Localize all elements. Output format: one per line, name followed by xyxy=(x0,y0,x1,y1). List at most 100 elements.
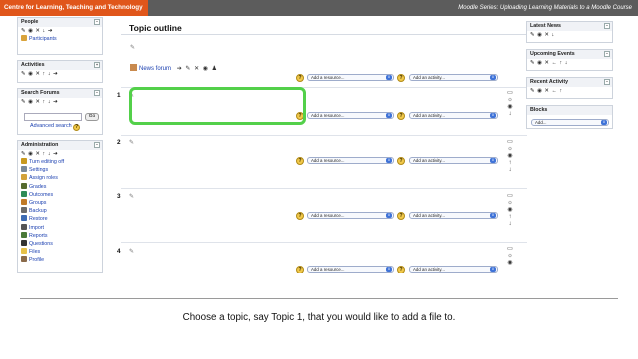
edit-summary-icon[interactable]: ✎ xyxy=(130,44,135,51)
topic-number: 2 xyxy=(117,139,121,146)
admin-item-import[interactable]: Import xyxy=(18,223,102,232)
select-arrow-icon: ⇕ xyxy=(490,158,496,163)
add-resource-select[interactable]: Add a resource... ⇕ xyxy=(307,157,394,164)
move-down-icon[interactable]: ↓ xyxy=(505,111,515,118)
show-only-topic-icon[interactable]: ▭ xyxy=(505,193,515,200)
block-edit-controls[interactable]: ✎ ◉ ✕ ↑ ↓ ➔ xyxy=(18,150,102,158)
move-up-icon[interactable]: ↑ xyxy=(505,214,515,221)
go-button[interactable]: Go xyxy=(85,113,99,121)
admin-item-files[interactable]: Files xyxy=(18,248,102,256)
block-title: Recent Activity xyxy=(530,79,569,85)
add-resource-select[interactable]: Add a resource... ⇕ xyxy=(307,112,394,119)
section-controls: ▭ ☼ ◉ ↓ xyxy=(505,90,515,118)
show-only-topic-icon[interactable]: ▭ xyxy=(505,139,515,146)
collapse-icon[interactable]: − xyxy=(94,90,100,96)
collapse-icon[interactable]: − xyxy=(94,19,100,25)
block-edit-controls[interactable]: ✎ ◉ ✕ ↑ ↓ ➔ xyxy=(18,98,102,106)
topic-number: 4 xyxy=(117,248,121,255)
help-icon[interactable]: ? xyxy=(397,212,405,220)
block-edit-controls[interactable]: ✎ ◉ ✕ ↓ xyxy=(527,31,612,39)
help-icon[interactable]: ? xyxy=(397,112,405,120)
header-series-label: Moodle Series: Uploading Learning Materi… xyxy=(458,5,632,11)
block-people: People − ✎ ◉ ✕ ↓ ➔ Participants xyxy=(17,17,103,55)
select-arrow-icon: ⇕ xyxy=(490,113,496,118)
profile-icon xyxy=(21,256,27,263)
restore-icon xyxy=(21,215,27,222)
admin-item-assign-roles[interactable]: Assign roles xyxy=(18,174,102,182)
section-controls: ▭ ☼ ◉ ↑ ↓ xyxy=(505,139,515,174)
admin-item-outcomes[interactable]: Outcomes xyxy=(18,190,102,199)
block-latest-news: Latest News − ✎ ◉ ✕ ↓ xyxy=(526,21,613,43)
news-forum-link[interactable]: News forum ➔ ✎ ✕ ◉ ♟ xyxy=(130,64,218,72)
add-activity-select[interactable]: Add an activity... ⇕ xyxy=(409,266,498,273)
collapse-icon[interactable]: + xyxy=(94,62,100,68)
advanced-search-link[interactable]: Advanced search ? xyxy=(30,123,81,131)
admin-item-profile[interactable]: Profile xyxy=(18,256,102,264)
admin-item-settings[interactable]: Settings xyxy=(18,166,102,174)
questions-icon xyxy=(21,240,27,247)
edit-summary-icon[interactable]: ✎ xyxy=(129,193,134,200)
help-icon[interactable]: ? xyxy=(296,212,304,220)
highlight-icon[interactable]: ☼ xyxy=(505,253,515,260)
add-resource-select[interactable]: Add a resource... ⇕ xyxy=(307,266,394,273)
admin-item-restore[interactable]: Restore xyxy=(18,215,102,223)
show-only-topic-icon[interactable]: ▭ xyxy=(505,246,515,253)
block-search-forums: Search Forums − ✎ ◉ ✕ ↑ ↓ ➔ Go Advanced … xyxy=(17,88,103,135)
block-edit-controls[interactable]: ✎ ◉ ✕ ← ↑ ↓ xyxy=(527,59,612,67)
forum-edit-controls[interactable]: ➔ ✎ ✕ ◉ ♟ xyxy=(177,66,218,72)
forum-icon xyxy=(130,64,137,71)
collapse-icon[interactable]: − xyxy=(94,142,100,148)
add-activity-select[interactable]: Add an activity... ⇕ xyxy=(409,212,498,219)
help-icon[interactable]: ? xyxy=(296,266,304,273)
highlight-icon[interactable]: ☼ xyxy=(505,146,515,153)
collapse-icon[interactable]: − xyxy=(604,51,610,57)
participants-link[interactable]: Participants xyxy=(18,35,102,43)
block-edit-controls[interactable]: ✎ ◉ ✕ ↓ ➔ xyxy=(18,27,102,35)
help-icon[interactable]: ? xyxy=(397,74,405,82)
admin-item-backup[interactable]: Backup xyxy=(18,207,102,215)
add-activity-select[interactable]: Add an activity... ⇕ xyxy=(409,74,498,81)
block-title: People xyxy=(21,19,39,25)
outcomes-icon xyxy=(21,190,27,197)
roles-icon xyxy=(21,174,27,181)
help-icon[interactable]: ? xyxy=(296,74,304,82)
add-block-select[interactable]: Add... ⇕ xyxy=(531,119,609,126)
admin-item-reports[interactable]: Reports xyxy=(18,231,102,240)
move-down-icon[interactable]: ↓ xyxy=(505,221,515,228)
search-input[interactable] xyxy=(24,113,82,121)
add-resource-select[interactable]: Add a resource... ⇕ xyxy=(307,212,394,219)
highlight-icon[interactable]: ☼ xyxy=(505,97,515,104)
help-icon[interactable]: ? xyxy=(397,157,405,165)
slide-caption: Choose a topic, say Topic 1, that you wo… xyxy=(182,312,456,323)
block-blocks: Blocks Add... ⇕ xyxy=(526,105,613,129)
block-edit-controls[interactable]: ✎ ◉ ✕ ← ↑ xyxy=(527,87,612,95)
admin-item-grades[interactable]: Grades xyxy=(18,182,102,191)
help-icon[interactable]: ? xyxy=(296,157,304,165)
help-icon[interactable]: ? xyxy=(397,266,405,273)
admin-item-groups[interactable]: Groups xyxy=(18,199,102,207)
admin-item-turn-editing-off[interactable]: Turn editing off xyxy=(18,158,102,166)
slide-header: Centre for Learning, Teaching and Techno… xyxy=(0,0,638,16)
visibility-icon[interactable]: ◉ xyxy=(505,260,515,267)
edit-summary-icon[interactable]: ✎ xyxy=(129,139,134,146)
add-resource-select[interactable]: Add a resource... ⇕ xyxy=(307,74,394,81)
add-activity-select[interactable]: Add an activity... ⇕ xyxy=(409,112,498,119)
show-only-topic-icon[interactable]: ▭ xyxy=(505,90,515,97)
edit-icon xyxy=(21,158,27,164)
visibility-icon[interactable]: ◉ xyxy=(505,153,515,160)
help-icon[interactable]: ? xyxy=(73,124,81,131)
highlight-icon[interactable]: ☼ xyxy=(505,200,515,207)
move-up-icon[interactable]: ↑ xyxy=(505,160,515,167)
visibility-icon[interactable]: ◉ xyxy=(505,104,515,111)
section-divider xyxy=(121,188,527,189)
select-arrow-icon: ⇕ xyxy=(490,213,496,218)
edit-summary-icon[interactable]: ✎ xyxy=(129,248,134,255)
block-edit-controls[interactable]: ✎ ◉ ✕ ↑ ↓ ➔ xyxy=(18,70,102,78)
move-down-icon[interactable]: ↓ xyxy=(505,167,515,174)
add-activity-select[interactable]: Add an activity... ⇕ xyxy=(409,157,498,164)
admin-item-questions[interactable]: Questions xyxy=(18,240,102,248)
visibility-icon[interactable]: ◉ xyxy=(505,207,515,214)
collapse-icon[interactable]: − xyxy=(604,23,610,29)
topic-1-highlight xyxy=(129,87,306,125)
collapse-icon[interactable]: − xyxy=(604,79,610,85)
